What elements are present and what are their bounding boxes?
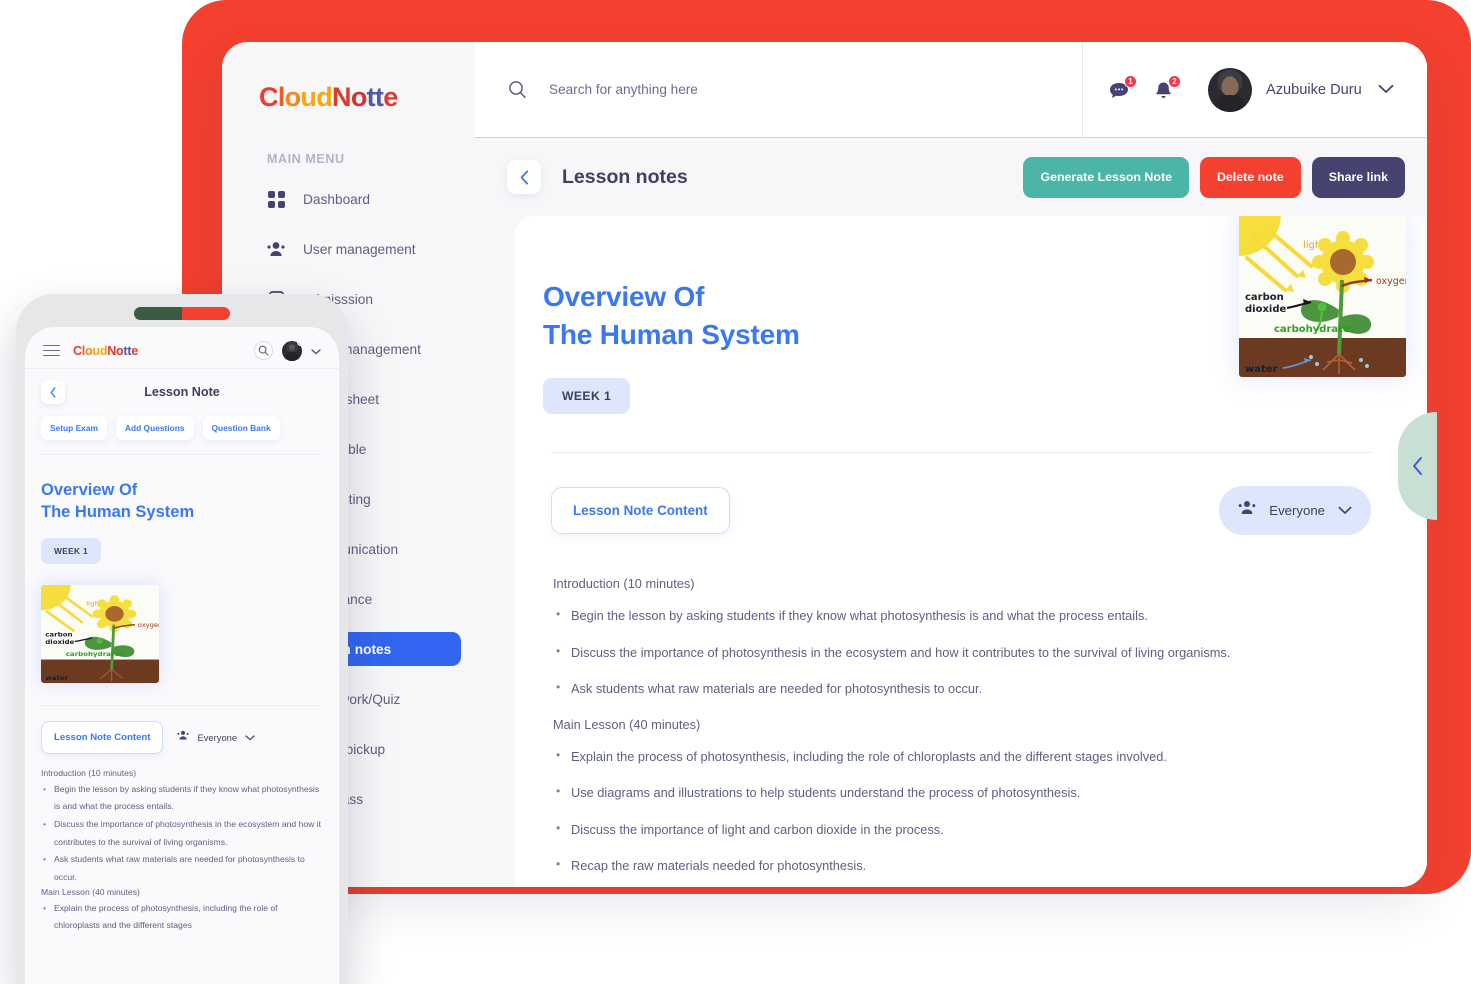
audience-icon xyxy=(1238,500,1256,521)
svg-text:dioxide: dioxide xyxy=(1245,304,1286,315)
phone-mockup: CloudNotte Lesson Note Setup Exam Add Qu… xyxy=(16,294,348,984)
delete-note-button[interactable]: Delete note xyxy=(1199,156,1301,198)
svg-text:carbohydrates: carbohydrates xyxy=(66,650,124,657)
list-item: Begin the lesson by asking students if t… xyxy=(553,598,1371,635)
svg-text:water: water xyxy=(1245,364,1278,375)
list-item: Explain the process of photosynthesis, i… xyxy=(553,739,1371,776)
photosynthesis-diagram: light oxyge carbon dioxide carbohydrates… xyxy=(1239,216,1406,377)
page-title: Lesson notes xyxy=(562,165,688,188)
block-heading: Main Lesson (40 minutes) xyxy=(553,716,701,732)
phone-tab-lesson-note-content[interactable]: Lesson Note Content xyxy=(41,720,164,754)
grid-icon xyxy=(267,190,285,208)
svg-text:carbon: carbon xyxy=(1245,292,1284,303)
list-item: Recap the raw materials needed for photo… xyxy=(553,848,1371,885)
tab-lesson-note-content[interactable]: Lesson Note Content xyxy=(551,487,730,535)
phone-block-heading: Main Lesson (40 minutes) xyxy=(41,886,140,897)
phone-back-button[interactable] xyxy=(41,380,65,404)
notifications-icon[interactable]: 2 xyxy=(1152,74,1181,104)
svg-text:oxygen: oxygen xyxy=(138,622,159,628)
week-badge: WEEK 1 xyxy=(543,378,631,415)
chevron-down-icon[interactable] xyxy=(1378,81,1394,99)
page-header: Lesson notes Generate Lesson Note Delete… xyxy=(475,138,1427,216)
audience-label: Everyone xyxy=(1269,503,1325,519)
list-item: Discuss the importance of photosynthesis… xyxy=(553,635,1371,672)
list-item: Ask students what raw materials are need… xyxy=(41,851,323,886)
sidebar-item-label: User management xyxy=(303,241,416,257)
phone-topbar: CloudNotte xyxy=(25,327,339,369)
lesson-note-card: light oxyge carbon dioxide carbohydrates… xyxy=(515,216,1427,887)
hamburger-menu-icon[interactable] xyxy=(43,344,60,357)
list-item: Discuss the importance of light and carb… xyxy=(553,812,1371,849)
svg-text:dioxide: dioxide xyxy=(45,638,75,645)
list-item: Begin the lesson by asking students if t… xyxy=(41,781,323,816)
phone-notch xyxy=(134,307,230,320)
phone-tab-question-bank[interactable]: Question Bank xyxy=(202,416,280,440)
sidebar-item-user-management[interactable]: User management xyxy=(236,232,461,266)
back-button[interactable] xyxy=(507,160,541,194)
desktop-app-window: CloudNotte MAIN MENU Dashboard User mana… xyxy=(222,42,1427,887)
phone-photosynthesis-diagram: light oxygen carb xyxy=(41,584,159,683)
lesson-note-content-row: Lesson Note Content Everyone xyxy=(551,486,1371,536)
bullet-list: Explain the process of photosynthesis, i… xyxy=(553,739,1371,885)
phone-avatar-badge xyxy=(297,340,302,346)
divider xyxy=(551,452,1372,454)
list-item: Ask students what raw materials are need… xyxy=(553,671,1371,708)
app-logo: CloudNotte xyxy=(259,82,398,112)
generate-lesson-note-button[interactable]: Generate Lesson Note xyxy=(1023,156,1189,198)
bullet-list: Begin the lesson by asking students if t… xyxy=(553,598,1371,708)
phone-page-header: Lesson Note xyxy=(25,369,339,404)
phone-app-logo: CloudNotte xyxy=(73,343,138,358)
phone-audience-label: Everyone xyxy=(197,731,238,743)
phone-screen: CloudNotte Lesson Note Setup Exam Add Qu… xyxy=(25,327,339,984)
user-name: Azubuike Duru xyxy=(1266,81,1362,98)
phone-tab-add-questions[interactable]: Add Questions xyxy=(115,416,194,440)
phone-search-icon[interactable] xyxy=(254,341,273,360)
topbar: 1 2 Azubuike Duru xyxy=(475,42,1427,138)
topbar-right: 1 2 Azubuike Duru xyxy=(1082,42,1427,137)
search-container[interactable] xyxy=(475,42,1082,137)
phone-doc-title-line2: The Human System xyxy=(41,503,195,522)
search-input[interactable] xyxy=(549,82,979,97)
screenshot-root: CloudNotte MAIN MENU Dashboard User mana… xyxy=(0,0,1471,984)
phone-tabs: Setup Exam Add Questions Question Bank xyxy=(25,404,339,440)
chevron-down-icon[interactable] xyxy=(311,342,321,360)
svg-text:carbon: carbon xyxy=(45,631,73,638)
chevron-down-icon[interactable] xyxy=(1338,502,1352,520)
phone-avatar[interactable] xyxy=(282,340,302,361)
phone-bullet-list: Begin the lesson by asking students if t… xyxy=(41,781,323,887)
svg-text:oxygen: oxygen xyxy=(1376,276,1406,287)
phone-bullet-list: Explain the process of photosynthesis, i… xyxy=(41,900,323,935)
phone-doc-title-line1: Overview Of xyxy=(41,481,138,499)
chevron-down-icon[interactable] xyxy=(245,728,255,746)
lesson-note-body: Introduction (10 minutes) Begin the less… xyxy=(553,576,1371,885)
sidebar-item-label: Dashboard xyxy=(303,191,370,207)
phone-document-title: Overview Of The Human System xyxy=(25,455,339,524)
list-item: Explain the process of photosynthesis, i… xyxy=(41,900,323,935)
svg-text:water: water xyxy=(45,674,69,681)
phone-audience-dropdown[interactable]: Everyone xyxy=(177,728,255,746)
phone-block-heading: Introduction (10 minutes) xyxy=(41,767,137,778)
sidebar-item-dashboard[interactable]: Dashboard xyxy=(236,182,461,216)
messages-icon[interactable]: 1 xyxy=(1108,74,1137,104)
phone-lesson-note-content-row: Lesson Note Content Everyone xyxy=(25,706,339,754)
phone-topbar-right xyxy=(254,340,321,361)
avatar[interactable] xyxy=(1208,67,1252,112)
share-link-button[interactable]: Share link xyxy=(1311,156,1405,198)
messages-badge: 1 xyxy=(1124,74,1137,88)
users-icon xyxy=(267,240,285,258)
notifications-badge: 2 xyxy=(1168,74,1181,88)
list-item: Discuss the importance of photosynthesis… xyxy=(41,816,323,851)
audience-dropdown-lesson-note[interactable]: Everyone xyxy=(1219,486,1371,536)
phone-week-badge: WEEK 1 xyxy=(41,537,101,564)
search-icon xyxy=(508,80,527,99)
phone-page-title: Lesson Note xyxy=(144,385,220,399)
phone-lesson-body: Introduction (10 minutes) Begin the less… xyxy=(25,754,339,935)
svg-text:carbohydrates: carbohydrates xyxy=(1274,324,1356,335)
sidebar-section-label: MAIN MENU xyxy=(267,152,345,166)
list-item: Use diagrams and illustrations to help s… xyxy=(553,775,1371,812)
audience-icon xyxy=(177,728,190,746)
block-heading: Introduction (10 minutes) xyxy=(553,576,695,592)
header-actions: Generate Lesson Note Delete note Share l… xyxy=(1023,156,1405,198)
phone-tab-setup-exam[interactable]: Setup Exam xyxy=(41,416,107,440)
